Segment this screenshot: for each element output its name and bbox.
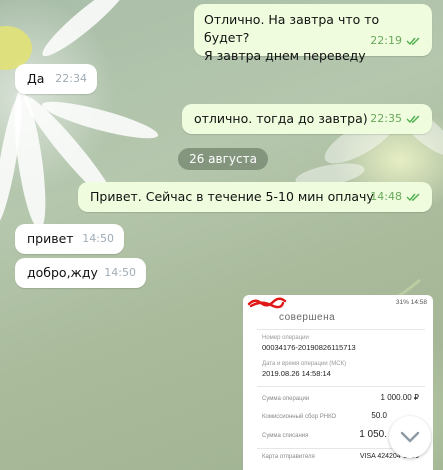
receipt-status-text: 31% 14:58 <box>395 298 427 306</box>
divider <box>257 386 425 387</box>
receipt-value: 1 050. <box>359 429 387 440</box>
message-meta: 14:48 <box>370 188 422 206</box>
message-meta: 22:19 <box>370 32 422 50</box>
double-check-icon <box>406 37 420 46</box>
receipt-title: совершена <box>279 312 336 323</box>
receipt-label: Сумма списания <box>262 433 309 439</box>
message-meta: 14:50 <box>104 264 136 282</box>
message-text: Да <box>27 71 45 86</box>
receipt-label: Сумма операции <box>262 396 310 402</box>
receipt-value: 00034176-20190826115713 <box>262 343 356 352</box>
message-time: 14:50 <box>82 232 114 245</box>
incoming-message[interactable]: Да 22:34 <box>15 64 97 94</box>
divider <box>257 329 425 330</box>
message-meta: 22:35 <box>370 110 422 128</box>
message-time: 22:19 <box>370 34 402 47</box>
message-meta: 22:34 <box>55 70 87 88</box>
incoming-message[interactable]: добро,жду 14:50 <box>15 258 146 288</box>
message-text: Привет. Сейчас в течение 5-10 мин оплачу <box>90 189 374 204</box>
chevron-down-icon <box>400 431 420 443</box>
date-separator: 26 августа <box>178 148 268 170</box>
message-text: добро,жду <box>27 265 98 280</box>
message-text: отлично. тогда до завтра) <box>194 111 368 126</box>
double-check-icon <box>406 115 420 124</box>
message-text: привет <box>27 231 74 246</box>
redaction-scribble <box>247 297 287 309</box>
receipt-label: Карта отправителя <box>262 454 315 460</box>
message-time: 14:48 <box>370 190 402 203</box>
receipt-value: 50.0 <box>371 411 387 420</box>
scroll-down-button[interactable] <box>389 416 431 458</box>
receipt-value: 2019.08.26 14:58:14 <box>262 369 331 378</box>
outgoing-message[interactable]: Привет. Сейчас в течение 5-10 мин оплачу… <box>78 182 432 212</box>
outgoing-message[interactable]: отлично. тогда до завтра) 22:35 <box>182 104 432 134</box>
message-time: 22:35 <box>370 112 402 125</box>
receipt-label: Номер операции <box>262 335 309 341</box>
message-meta: 14:50 <box>82 230 114 248</box>
message-time: 14:50 <box>104 266 136 279</box>
receipt-row: Сумма операции 1 000.00 ₽ <box>243 393 433 402</box>
receipt-label: Дата и время операции (МСК) <box>262 361 347 367</box>
message-time: 22:34 <box>55 72 87 85</box>
double-check-icon <box>406 193 420 202</box>
outgoing-message[interactable]: Отлично. На завтра что то будет? Я завтр… <box>194 4 432 63</box>
incoming-message[interactable]: привет 14:50 <box>15 224 124 254</box>
receipt-value: 1 000.00 ₽ <box>380 393 419 402</box>
receipt-label: Комиссионный сбор РНКО <box>262 414 337 420</box>
